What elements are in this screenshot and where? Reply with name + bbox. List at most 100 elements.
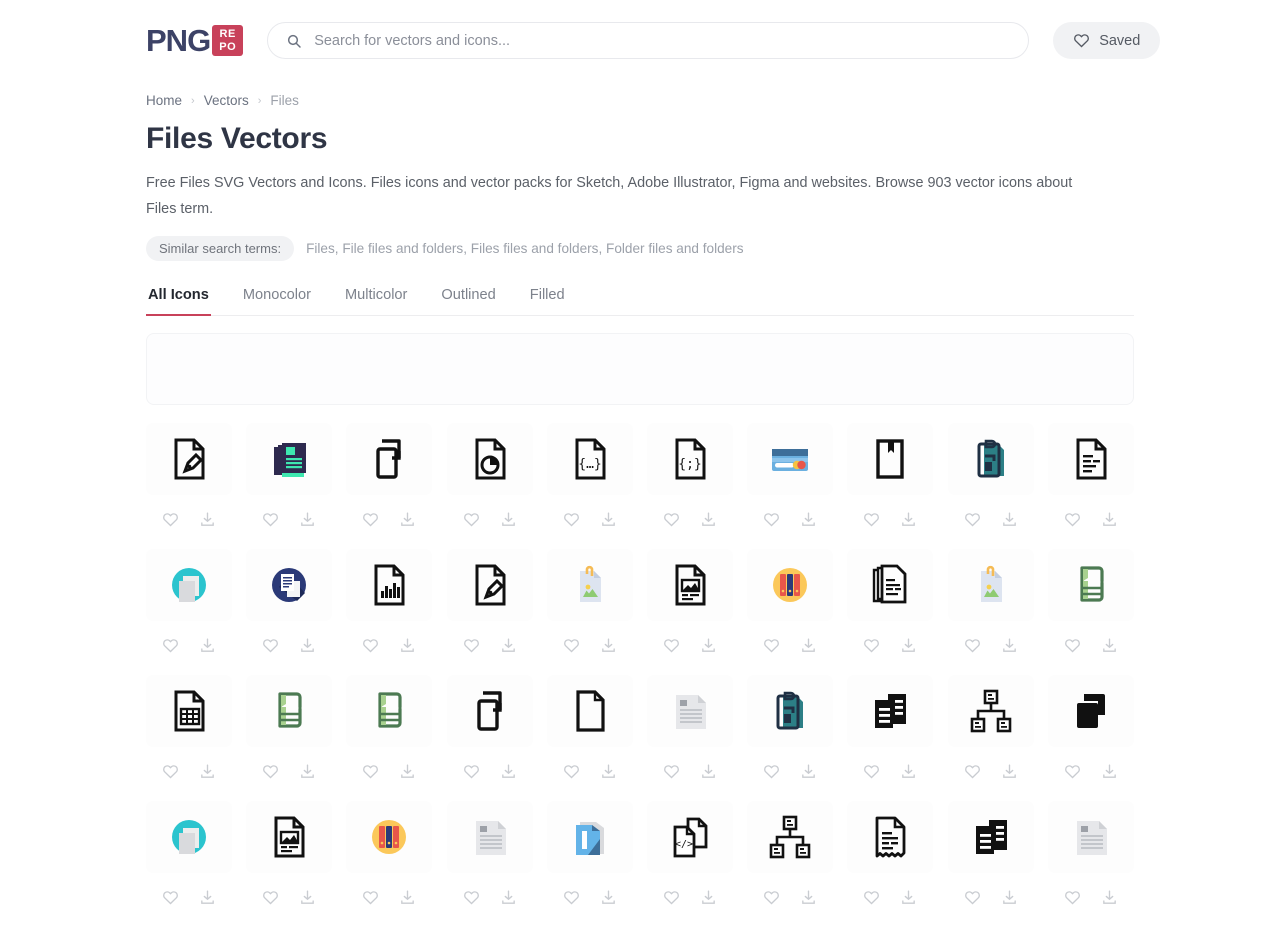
heart-outline-icon[interactable] bbox=[463, 637, 480, 654]
download-icon[interactable] bbox=[800, 637, 817, 654]
document-pie-chart-icon[interactable] bbox=[447, 423, 533, 495]
download-icon[interactable] bbox=[199, 637, 216, 654]
heart-outline-icon[interactable] bbox=[663, 889, 680, 906]
tab-filled[interactable]: Filled bbox=[528, 287, 567, 316]
heart-outline-icon[interactable] bbox=[162, 763, 179, 780]
download-icon[interactable] bbox=[600, 889, 617, 906]
document-bar-chart-icon[interactable] bbox=[346, 549, 432, 621]
green-book-icon[interactable] bbox=[1048, 549, 1134, 621]
download-icon[interactable] bbox=[900, 889, 917, 906]
heart-outline-icon[interactable] bbox=[1064, 637, 1081, 654]
heart-outline-icon[interactable] bbox=[563, 511, 580, 528]
heart-outline-icon[interactable] bbox=[863, 637, 880, 654]
heart-outline-icon[interactable] bbox=[162, 637, 179, 654]
filled-documents-icon[interactable] bbox=[847, 675, 933, 747]
filled-documents-icon[interactable] bbox=[948, 801, 1034, 873]
receipt-document-icon[interactable] bbox=[847, 801, 933, 873]
stacked-documents-color-icon[interactable] bbox=[246, 423, 332, 495]
download-icon[interactable] bbox=[700, 763, 717, 780]
download-icon[interactable] bbox=[399, 637, 416, 654]
green-book-icon[interactable] bbox=[346, 675, 432, 747]
image-attachment-icon[interactable] bbox=[547, 549, 633, 621]
binders-circle-icon[interactable] bbox=[346, 801, 432, 873]
download-icon[interactable] bbox=[399, 763, 416, 780]
copy-files-outline-icon[interactable] bbox=[447, 675, 533, 747]
download-icon[interactable] bbox=[700, 511, 717, 528]
download-icon[interactable] bbox=[1101, 889, 1118, 906]
download-icon[interactable] bbox=[1101, 511, 1118, 528]
heart-outline-icon[interactable] bbox=[964, 637, 981, 654]
heart-outline-icon[interactable] bbox=[362, 511, 379, 528]
copy-files-outline-icon[interactable] bbox=[346, 423, 432, 495]
saved-button[interactable]: Saved bbox=[1053, 22, 1160, 59]
search-bar[interactable]: Search for vectors and icons... bbox=[267, 22, 1029, 59]
download-icon[interactable] bbox=[500, 763, 517, 780]
heart-outline-icon[interactable] bbox=[262, 637, 279, 654]
download-icon[interactable] bbox=[900, 511, 917, 528]
heart-outline-icon[interactable] bbox=[162, 511, 179, 528]
document-code-braces-icon[interactable]: {…} bbox=[547, 423, 633, 495]
document-pen-tool-icon[interactable] bbox=[146, 423, 232, 495]
heart-outline-icon[interactable] bbox=[964, 763, 981, 780]
documents-circle-navy-icon[interactable] bbox=[246, 549, 332, 621]
download-icon[interactable] bbox=[199, 511, 216, 528]
heart-outline-icon[interactable] bbox=[663, 511, 680, 528]
download-icon[interactable] bbox=[299, 511, 316, 528]
heart-outline-icon[interactable] bbox=[563, 637, 580, 654]
document-spreadsheet-icon[interactable] bbox=[146, 675, 232, 747]
download-icon[interactable] bbox=[500, 511, 517, 528]
document-code-semicolon-icon[interactable]: {;} bbox=[647, 423, 733, 495]
heart-outline-icon[interactable] bbox=[964, 511, 981, 528]
clipboard-document-icon[interactable] bbox=[948, 423, 1034, 495]
heart-outline-icon[interactable] bbox=[863, 511, 880, 528]
stacked-text-documents-icon[interactable] bbox=[847, 549, 933, 621]
image-attachment-icon[interactable] bbox=[948, 549, 1034, 621]
download-icon[interactable] bbox=[800, 511, 817, 528]
blank-document-icon[interactable] bbox=[547, 675, 633, 747]
heart-outline-icon[interactable] bbox=[463, 763, 480, 780]
heart-outline-icon[interactable] bbox=[1064, 889, 1081, 906]
heart-outline-icon[interactable] bbox=[463, 889, 480, 906]
download-icon[interactable] bbox=[600, 637, 617, 654]
search-input[interactable]: Search for vectors and icons... bbox=[314, 33, 510, 49]
tab-all-icons[interactable]: All Icons bbox=[146, 287, 211, 316]
documents-circle-teal-icon[interactable] bbox=[146, 801, 232, 873]
breadcrumb-item-vectors[interactable]: Vectors bbox=[204, 93, 249, 108]
heart-outline-icon[interactable] bbox=[763, 889, 780, 906]
heart-outline-icon[interactable] bbox=[362, 763, 379, 780]
heart-outline-icon[interactable] bbox=[162, 889, 179, 906]
heart-outline-icon[interactable] bbox=[863, 763, 880, 780]
download-icon[interactable] bbox=[299, 763, 316, 780]
download-icon[interactable] bbox=[800, 889, 817, 906]
heart-outline-icon[interactable] bbox=[763, 511, 780, 528]
heart-outline-icon[interactable] bbox=[964, 889, 981, 906]
heart-outline-icon[interactable] bbox=[663, 637, 680, 654]
blue-book-icon[interactable] bbox=[547, 801, 633, 873]
file-hierarchy-icon[interactable] bbox=[948, 675, 1034, 747]
heart-outline-icon[interactable] bbox=[663, 763, 680, 780]
gray-document-icon[interactable] bbox=[447, 801, 533, 873]
filled-copy-icon[interactable] bbox=[1048, 675, 1134, 747]
document-code-icon[interactable]: </> bbox=[647, 801, 733, 873]
bookmark-document-icon[interactable] bbox=[847, 423, 933, 495]
document-pen-tool-icon[interactable] bbox=[447, 549, 533, 621]
documents-circle-teal-icon[interactable] bbox=[146, 549, 232, 621]
download-icon[interactable] bbox=[1001, 889, 1018, 906]
heart-outline-icon[interactable] bbox=[1064, 511, 1081, 528]
download-icon[interactable] bbox=[500, 637, 517, 654]
download-icon[interactable] bbox=[600, 763, 617, 780]
heart-outline-icon[interactable] bbox=[362, 637, 379, 654]
download-icon[interactable] bbox=[199, 763, 216, 780]
download-icon[interactable] bbox=[900, 637, 917, 654]
text-document-icon[interactable] bbox=[1048, 423, 1134, 495]
tab-multicolor[interactable]: Multicolor bbox=[343, 287, 409, 316]
download-icon[interactable] bbox=[800, 763, 817, 780]
download-icon[interactable] bbox=[399, 511, 416, 528]
site-logo[interactable]: PNG RE PO bbox=[146, 25, 243, 56]
green-book-icon[interactable] bbox=[246, 675, 332, 747]
similar-terms-list[interactable]: Files, File files and folders, Files fil… bbox=[306, 241, 743, 256]
heart-outline-icon[interactable] bbox=[362, 889, 379, 906]
download-icon[interactable] bbox=[299, 637, 316, 654]
download-icon[interactable] bbox=[500, 889, 517, 906]
document-image-outline-icon[interactable] bbox=[647, 549, 733, 621]
